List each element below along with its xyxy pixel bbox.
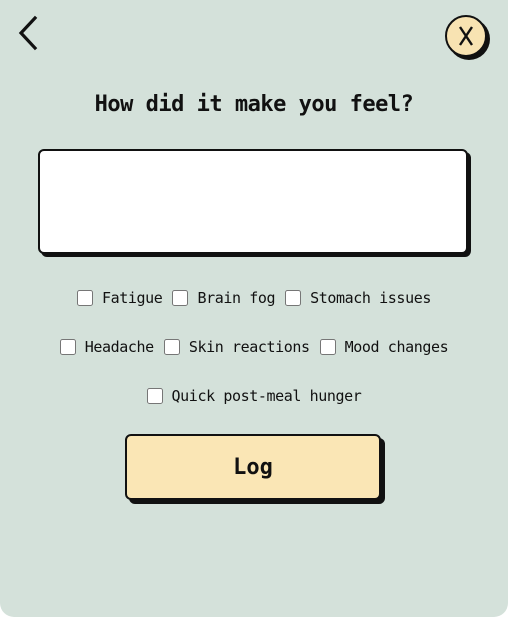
brain-fog-checkbox[interactable]: [172, 290, 189, 306]
quick-hunger-label: Quick post-meal hunger: [171, 387, 362, 405]
back-button[interactable]: [14, 14, 46, 54]
close-button[interactable]: [445, 15, 487, 57]
headache-checkbox[interactable]: [59, 339, 76, 355]
mood-changes-checkbox[interactable]: [319, 339, 336, 355]
stomach-issues-checkbox[interactable]: [285, 290, 302, 306]
mood-changes-label: Mood changes: [344, 338, 449, 356]
feeling-dialog: How did it make you feel? Fatigue Brain …: [0, 0, 508, 617]
chevron-left-icon: [18, 15, 38, 51]
symptom-row: Headache Skin reactions Mood changes: [0, 338, 508, 356]
fatigue-label: Fatigue: [102, 289, 163, 307]
stomach-issues-label: Stomach issues: [310, 289, 431, 307]
log-button[interactable]: Log: [125, 434, 381, 500]
symptom-option-skin-reactions[interactable]: Skin reactions: [163, 338, 310, 356]
page-title: How did it make you feel?: [94, 92, 414, 117]
symptom-row: Fatigue Brain fog Stomach issues: [0, 289, 508, 307]
symptom-option-headache[interactable]: Headache: [59, 338, 154, 356]
symptom-option-mood-changes[interactable]: Mood changes: [319, 338, 449, 356]
symptom-row: Quick post-meal hunger: [0, 387, 508, 405]
symptom-option-quick-hunger[interactable]: Quick post-meal hunger: [146, 387, 362, 405]
headache-label: Headache: [84, 338, 154, 356]
quick-hunger-checkbox[interactable]: [146, 388, 163, 404]
close-icon: [459, 26, 473, 46]
brain-fog-label: Brain fog: [197, 289, 276, 307]
skin-reactions-checkbox[interactable]: [163, 339, 180, 355]
symptom-option-fatigue[interactable]: Fatigue: [77, 289, 163, 307]
skin-reactions-label: Skin reactions: [188, 338, 310, 356]
fatigue-checkbox[interactable]: [77, 290, 94, 306]
symptom-option-stomach-issues[interactable]: Stomach issues: [285, 289, 431, 307]
feeling-notes-input[interactable]: [38, 149, 468, 254]
symptom-option-brain-fog[interactable]: Brain fog: [172, 289, 276, 307]
